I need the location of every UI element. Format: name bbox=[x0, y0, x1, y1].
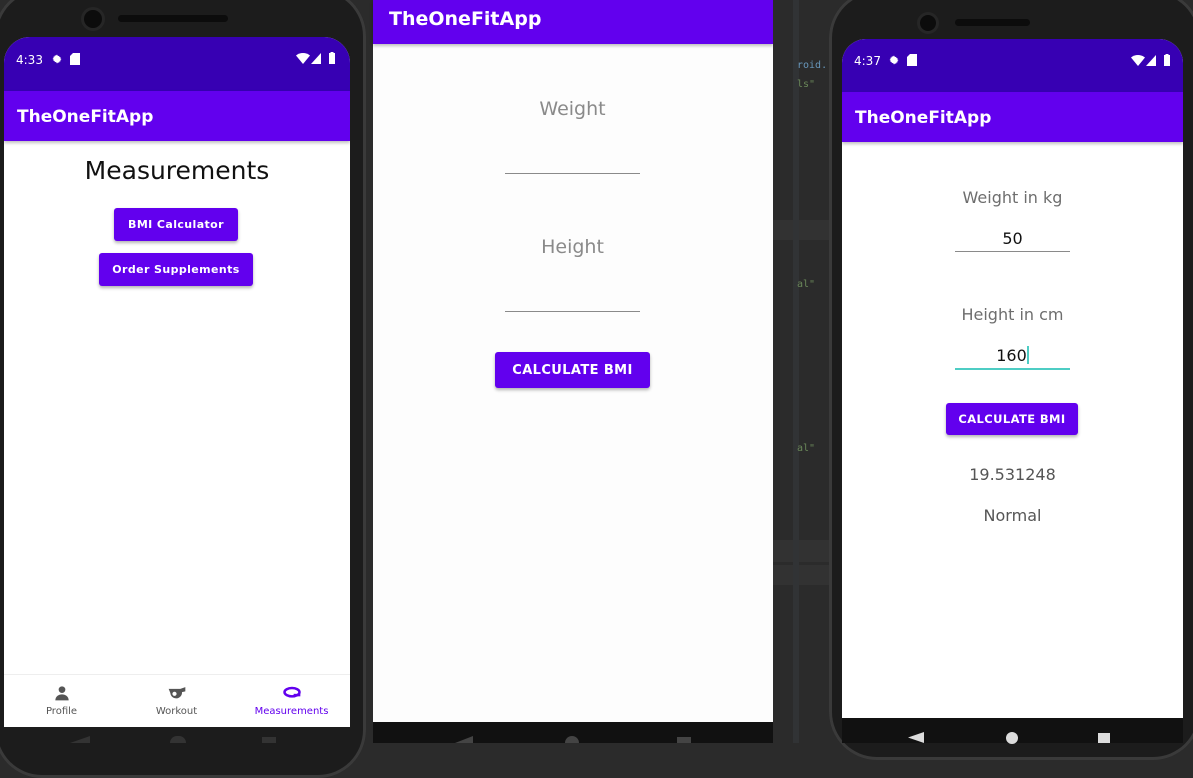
settings-icon bbox=[52, 54, 62, 64]
person-icon bbox=[54, 686, 69, 701]
nav-label-profile: Profile bbox=[45, 706, 78, 717]
sd-card-icon bbox=[70, 53, 80, 65]
middle-phone-screen: TheOneFitApp Weight Height CALCULATE BMI bbox=[373, 0, 773, 722]
height-underline-focused bbox=[955, 368, 1070, 370]
nav-item-measurements[interactable]: Measurements bbox=[234, 675, 349, 727]
app-bar: TheOneFitApp bbox=[842, 92, 1183, 142]
battery-icon bbox=[1164, 54, 1170, 66]
middle-nav-bar bbox=[373, 722, 773, 743]
ide-editor-strip: roid. ls" al" al" bbox=[773, 0, 829, 743]
ide-code-snippet: al" bbox=[797, 279, 816, 290]
ide-gutter bbox=[793, 0, 799, 743]
ide-code-snippet: ls" bbox=[797, 79, 816, 90]
bmi-result: 19.531248 bbox=[969, 465, 1056, 484]
ide-code-snippet: al" bbox=[797, 443, 816, 454]
app-title: TheOneFitApp bbox=[855, 108, 992, 128]
app-title: TheOneFitApp bbox=[389, 8, 542, 30]
bottom-navigation: Profile Workout Measurements bbox=[4, 674, 350, 727]
right-phone-screen: 4:37 TheOneFitApp Weight in kg 50 Height… bbox=[842, 39, 1183, 718]
earpiece-speaker bbox=[955, 19, 1030, 26]
status-bar: 4:37 bbox=[842, 39, 1183, 92]
front-camera bbox=[84, 10, 102, 28]
battery-icon bbox=[329, 52, 335, 64]
status-time: 4:37 bbox=[854, 54, 881, 68]
sd-card-icon bbox=[907, 54, 917, 66]
calculate-bmi-button[interactable]: CALCULATE BMI bbox=[495, 352, 650, 388]
app-title: TheOneFitApp bbox=[17, 107, 154, 127]
back-key-icon[interactable] bbox=[70, 736, 90, 743]
front-camera bbox=[920, 15, 936, 31]
wifi-icon bbox=[1131, 55, 1145, 66]
back-key-icon[interactable] bbox=[908, 732, 924, 743]
weight-underline bbox=[955, 251, 1070, 252]
wifi-icon bbox=[296, 53, 310, 64]
whistle-icon bbox=[168, 687, 185, 699]
right-nav-bar bbox=[842, 718, 1183, 744]
app-bar: TheOneFitApp bbox=[4, 91, 350, 141]
weight-input[interactable]: Weight in kg 50 bbox=[955, 184, 1070, 252]
app-bar: TheOneFitApp bbox=[373, 0, 773, 44]
nav-item-workout[interactable]: Workout bbox=[119, 675, 234, 727]
tape-measure-icon bbox=[282, 686, 301, 698]
home-key-icon[interactable] bbox=[565, 736, 579, 743]
weight-value: 50 bbox=[1002, 229, 1023, 248]
order-supplements-button[interactable]: Order Supplements bbox=[99, 253, 253, 286]
nav-item-profile[interactable]: Profile bbox=[4, 675, 119, 727]
left-phone-screen: 4:33 TheOneFitApp Measurements BMI Calcu… bbox=[4, 37, 350, 727]
height-value-text: 160 bbox=[996, 346, 1027, 365]
bmi-calculator-button[interactable]: BMI Calculator bbox=[114, 208, 238, 241]
ide-code-snippet: roid. bbox=[797, 60, 828, 71]
height-hint: Height bbox=[541, 236, 604, 258]
page-title: Measurements bbox=[84, 156, 270, 185]
ide-highlight-line bbox=[773, 565, 829, 585]
nav-label-workout: Workout bbox=[155, 706, 198, 717]
status-time: 4:33 bbox=[16, 53, 43, 67]
recents-key-icon[interactable] bbox=[262, 737, 276, 743]
home-key-icon[interactable] bbox=[170, 736, 186, 743]
bmi-category: Normal bbox=[983, 506, 1042, 525]
height-input[interactable]: Height in cm 160 bbox=[955, 301, 1070, 371]
height-value: 160 bbox=[955, 346, 1070, 365]
settings-icon bbox=[889, 55, 899, 65]
home-key-icon[interactable] bbox=[1006, 732, 1018, 744]
ide-highlight-line bbox=[773, 220, 829, 240]
height-input[interactable]: Height bbox=[505, 232, 640, 314]
back-key-icon[interactable] bbox=[455, 736, 473, 743]
signal-icon bbox=[311, 53, 321, 64]
ide-highlight-line bbox=[773, 540, 829, 562]
nav-label-measurements: Measurements bbox=[254, 706, 329, 717]
earpiece-speaker bbox=[118, 15, 228, 22]
height-hint: Height in cm bbox=[961, 305, 1064, 324]
recents-key-icon[interactable] bbox=[1098, 733, 1110, 743]
recents-key-icon[interactable] bbox=[677, 737, 691, 743]
weight-input[interactable]: Weight bbox=[505, 94, 640, 176]
weight-underline bbox=[505, 173, 640, 174]
text-cursor bbox=[1026, 346, 1029, 364]
weight-hint: Weight bbox=[539, 98, 606, 120]
height-underline bbox=[505, 311, 640, 312]
calculate-bmi-button[interactable]: CALCULATE BMI bbox=[946, 403, 1078, 435]
signal-icon bbox=[1146, 55, 1156, 66]
status-bar: 4:33 bbox=[4, 37, 350, 91]
weight-hint: Weight in kg bbox=[962, 188, 1063, 207]
